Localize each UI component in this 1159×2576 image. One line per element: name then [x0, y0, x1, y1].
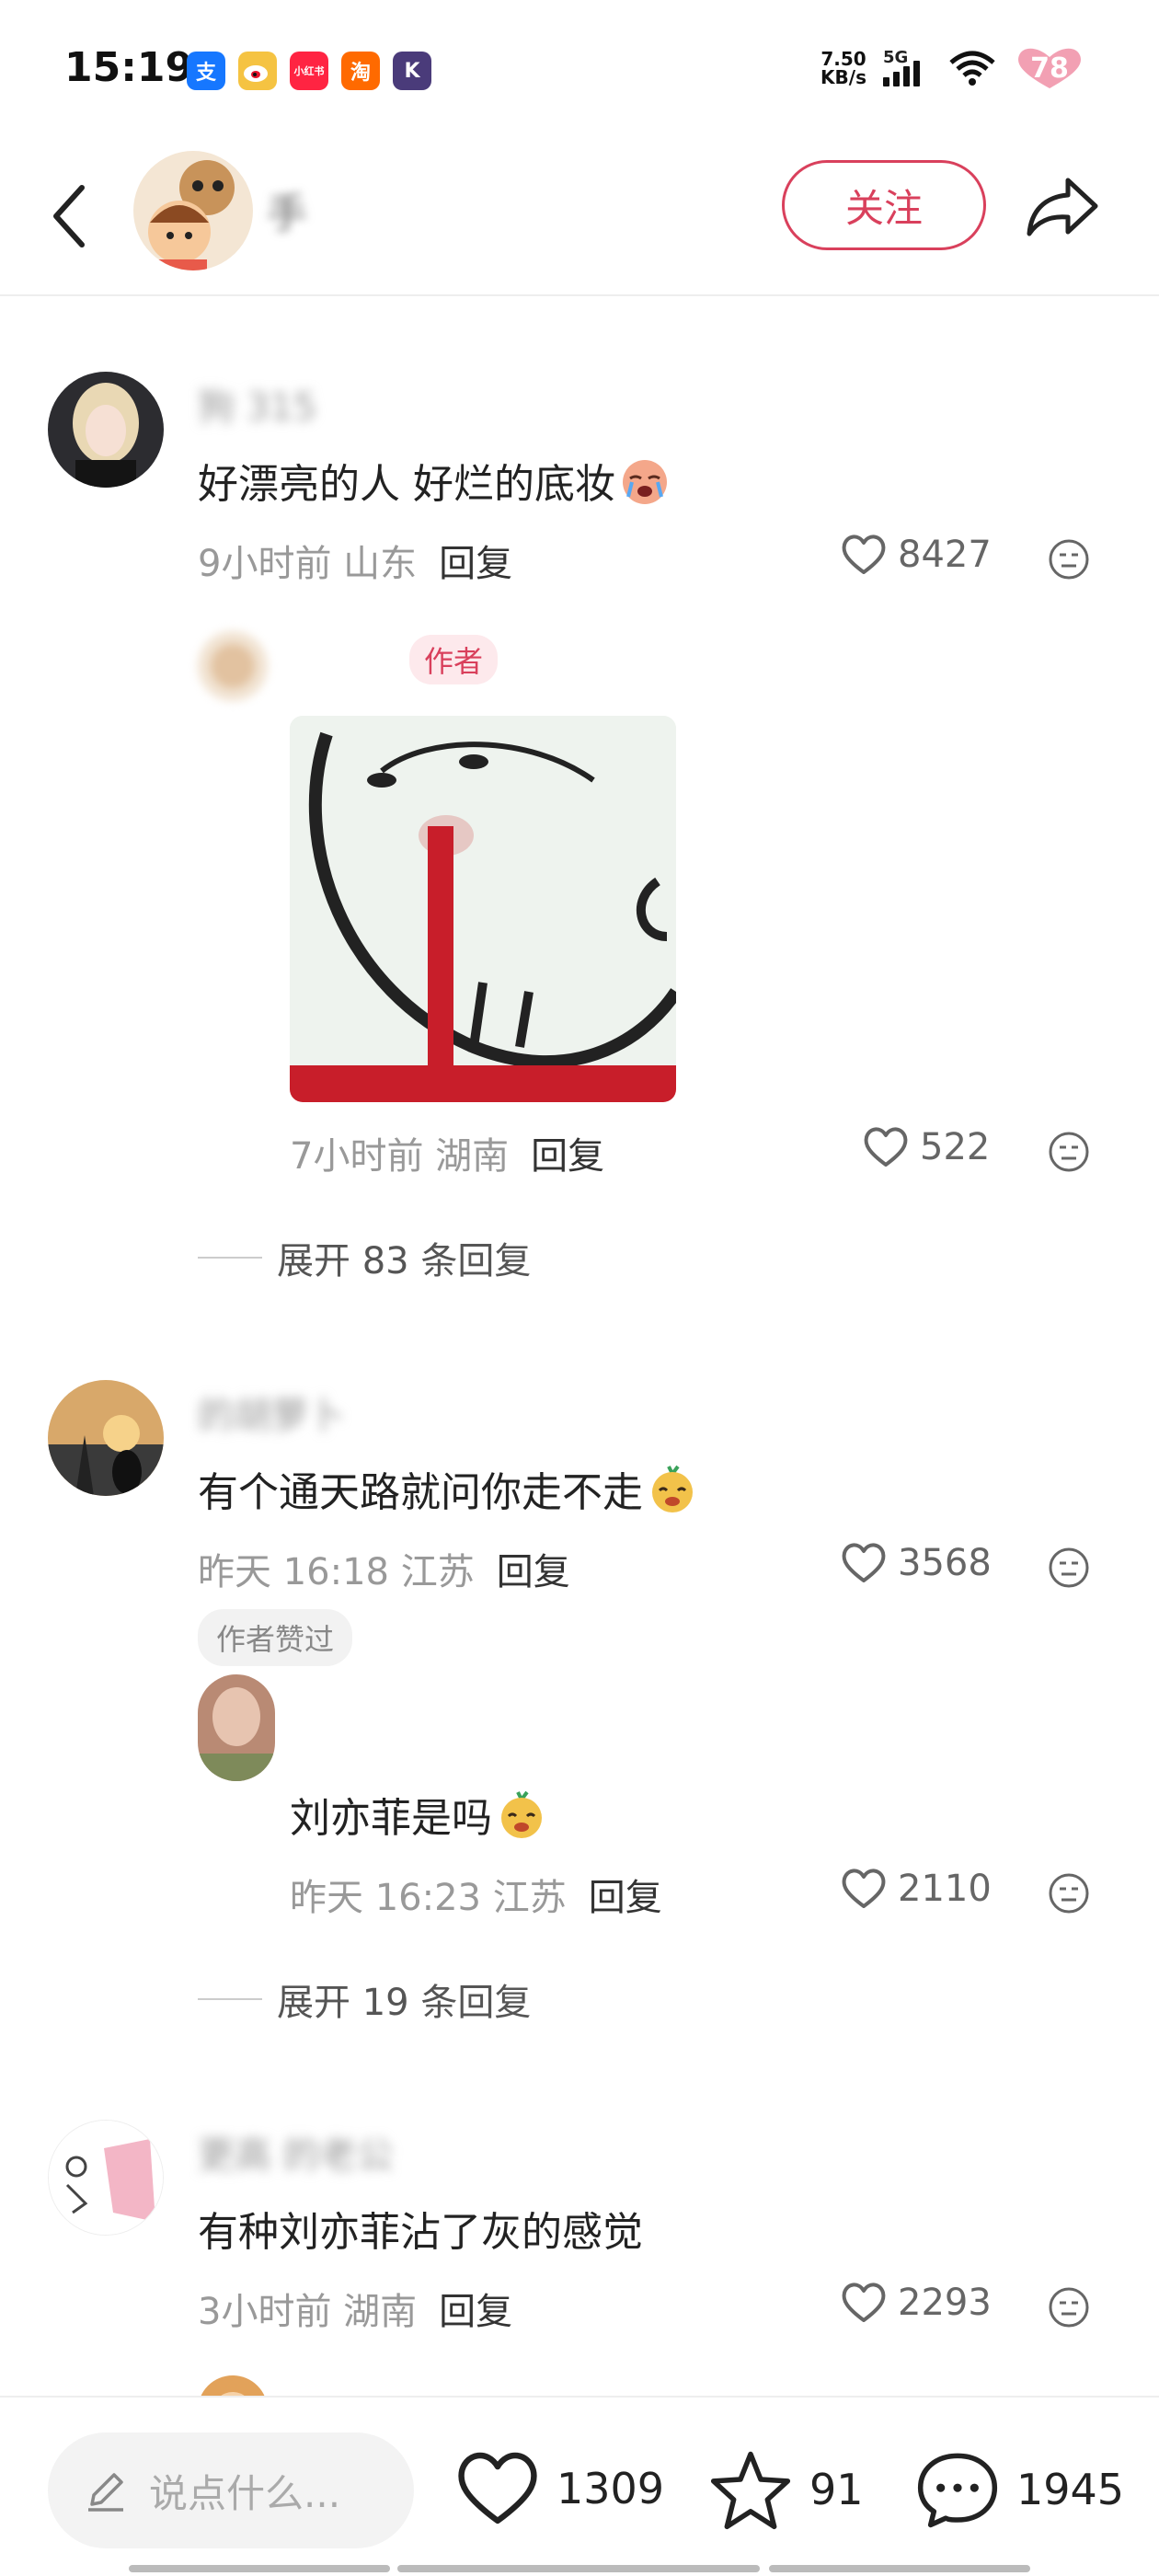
expand-replies-button[interactable]: 展开 19 条回复: [198, 1972, 531, 2026]
dislike-face-icon[interactable]: [1047, 537, 1091, 581]
commenter-avatar[interactable]: [48, 372, 164, 488]
bottom-action-bar: 说点什么... 1309 91 1945: [0, 2396, 1159, 2576]
star-icon: [710, 2451, 791, 2530]
post-favorite-count: 91: [809, 2465, 864, 2514]
home-indicator: [769, 2565, 1030, 2572]
comment-bubble-icon: [917, 2453, 998, 2528]
dislike-face-icon[interactable]: [1047, 1546, 1091, 1590]
smiling-mascot-emoji-icon: [652, 1465, 693, 1512]
author-tag: 作者: [409, 635, 499, 684]
status-indicators: 7.50 KB/s 5G 78: [820, 46, 1085, 90]
comment-time-location: 3小时前 湖南: [198, 2291, 418, 2333]
share-button[interactable]: [1021, 166, 1104, 248]
heart-icon: [842, 2283, 886, 2322]
like-count: 2110: [898, 1868, 992, 1910]
post-favorite-button[interactable]: 91: [708, 2449, 864, 2530]
reply-text: 刘亦菲是吗: [290, 1785, 547, 1844]
comment-meta: 9小时前 山东 回复: [198, 534, 512, 587]
weibo-icon: [238, 52, 277, 90]
pencil-icon: [88, 2473, 123, 2512]
share-icon: [1027, 178, 1098, 236]
reply-button[interactable]: 回复: [589, 1877, 662, 1919]
home-indicator: [397, 2565, 760, 2572]
reply-meta: 昨天 16:23 江苏 回复: [290, 1868, 662, 1921]
back-button[interactable]: [37, 175, 101, 258]
heart-icon: [842, 535, 886, 574]
notification-app-icons: 支 小红书 淘 K: [187, 52, 431, 90]
signal-icon: 5G: [883, 48, 931, 86]
reply-button[interactable]: 回复: [497, 1551, 570, 1593]
dislike-face-icon[interactable]: [1047, 1130, 1091, 1174]
like-count: 522: [920, 1126, 991, 1168]
like-button[interactable]: 3568: [841, 1542, 992, 1584]
reply-author-avatar[interactable]: [198, 1674, 275, 1781]
comment-text: 好漂亮的人 好烂的底妆: [198, 451, 671, 510]
comment-text: 有种刘亦菲沾了灰的感觉: [198, 2209, 643, 2256]
like-button[interactable]: 2110: [841, 1868, 992, 1910]
heart-icon: [864, 1127, 908, 1167]
smiling-mascot-emoji-icon: [501, 1790, 542, 1838]
post-comment-count: 1945: [1016, 2465, 1125, 2514]
divider: [198, 1257, 262, 1259]
reply-sticker-image[interactable]: [290, 716, 676, 1102]
battery-heart-icon: 78: [1014, 46, 1085, 90]
header: 手 关注: [0, 138, 1159, 296]
crying-emoji-icon: [623, 460, 667, 504]
comment-text: 有个通天路就问你走不走: [198, 1459, 698, 1518]
heart-icon: [458, 2452, 537, 2524]
heart-icon: [842, 1869, 886, 1908]
comment-meta: 3小时前 湖南 回复: [198, 2282, 512, 2335]
like-count: 8427: [898, 534, 992, 576]
reply-button[interactable]: 回复: [439, 543, 512, 585]
dislike-face-icon[interactable]: [1047, 2285, 1091, 2329]
post-like-button[interactable]: 1309: [455, 2449, 664, 2528]
comment-input[interactable]: 说点什么...: [48, 2432, 414, 2548]
author-username: 手: [267, 190, 307, 237]
expand-replies-button[interactable]: 展开 83 条回复: [198, 1231, 531, 1284]
commenter-username: 更高 的老公: [198, 2134, 394, 2177]
network-speed: 7.50 KB/s: [820, 48, 866, 88]
like-count: 3568: [898, 1542, 992, 1584]
reply-author-avatar[interactable]: [198, 631, 268, 701]
commenter-username: 狗 315: [198, 386, 317, 429]
kuaishou-icon: K: [393, 52, 431, 90]
reply-button[interactable]: 回复: [531, 1135, 604, 1178]
status-time: 15:19: [64, 44, 194, 91]
comment-input-placeholder: 说点什么...: [149, 2470, 341, 2516]
author-avatar[interactable]: [133, 151, 253, 270]
reply-time-location: 7小时前 湖南: [290, 1135, 510, 1178]
commenter-username: 的胡萝卜: [198, 1395, 345, 1437]
taobao-icon: 淘: [341, 52, 380, 90]
like-button[interactable]: 2293: [841, 2282, 992, 2324]
status-bar: 15:19 支 小红书 淘 K 7.50 KB/s 5G 78: [0, 0, 1159, 138]
xiaohongshu-icon: 小红书: [290, 52, 328, 90]
like-button[interactable]: 8427: [841, 534, 992, 576]
comment-time-location: 9小时前 山东: [198, 543, 418, 585]
reply-time-location: 昨天 16:23 江苏: [290, 1877, 567, 1919]
home-indicator: [129, 2565, 390, 2572]
post-like-count: 1309: [557, 2464, 665, 2513]
chevron-left-icon: [53, 185, 85, 247]
reply-button[interactable]: 回复: [439, 2291, 512, 2333]
alipay-icon: 支: [187, 52, 225, 90]
liked-by-author-badge: 作者赞过: [198, 1609, 353, 1666]
reply-meta: 7小时前 湖南 回复: [290, 1126, 604, 1179]
comment-time-location: 昨天 16:18 江苏: [198, 1551, 475, 1593]
divider: [198, 1998, 262, 2000]
comment-meta: 昨天 16:18 江苏 回复: [198, 1542, 570, 1595]
like-count: 2293: [898, 2282, 992, 2324]
heart-icon: [842, 1543, 886, 1582]
post-comment-button[interactable]: 1945: [915, 2449, 1124, 2530]
follow-button[interactable]: 关注: [782, 160, 986, 250]
like-button[interactable]: 522: [863, 1126, 990, 1168]
dislike-face-icon[interactable]: [1047, 1871, 1091, 1915]
commenter-avatar[interactable]: [48, 2120, 164, 2236]
commenter-avatar[interactable]: [48, 1380, 164, 1496]
wifi-icon: [949, 51, 995, 86]
